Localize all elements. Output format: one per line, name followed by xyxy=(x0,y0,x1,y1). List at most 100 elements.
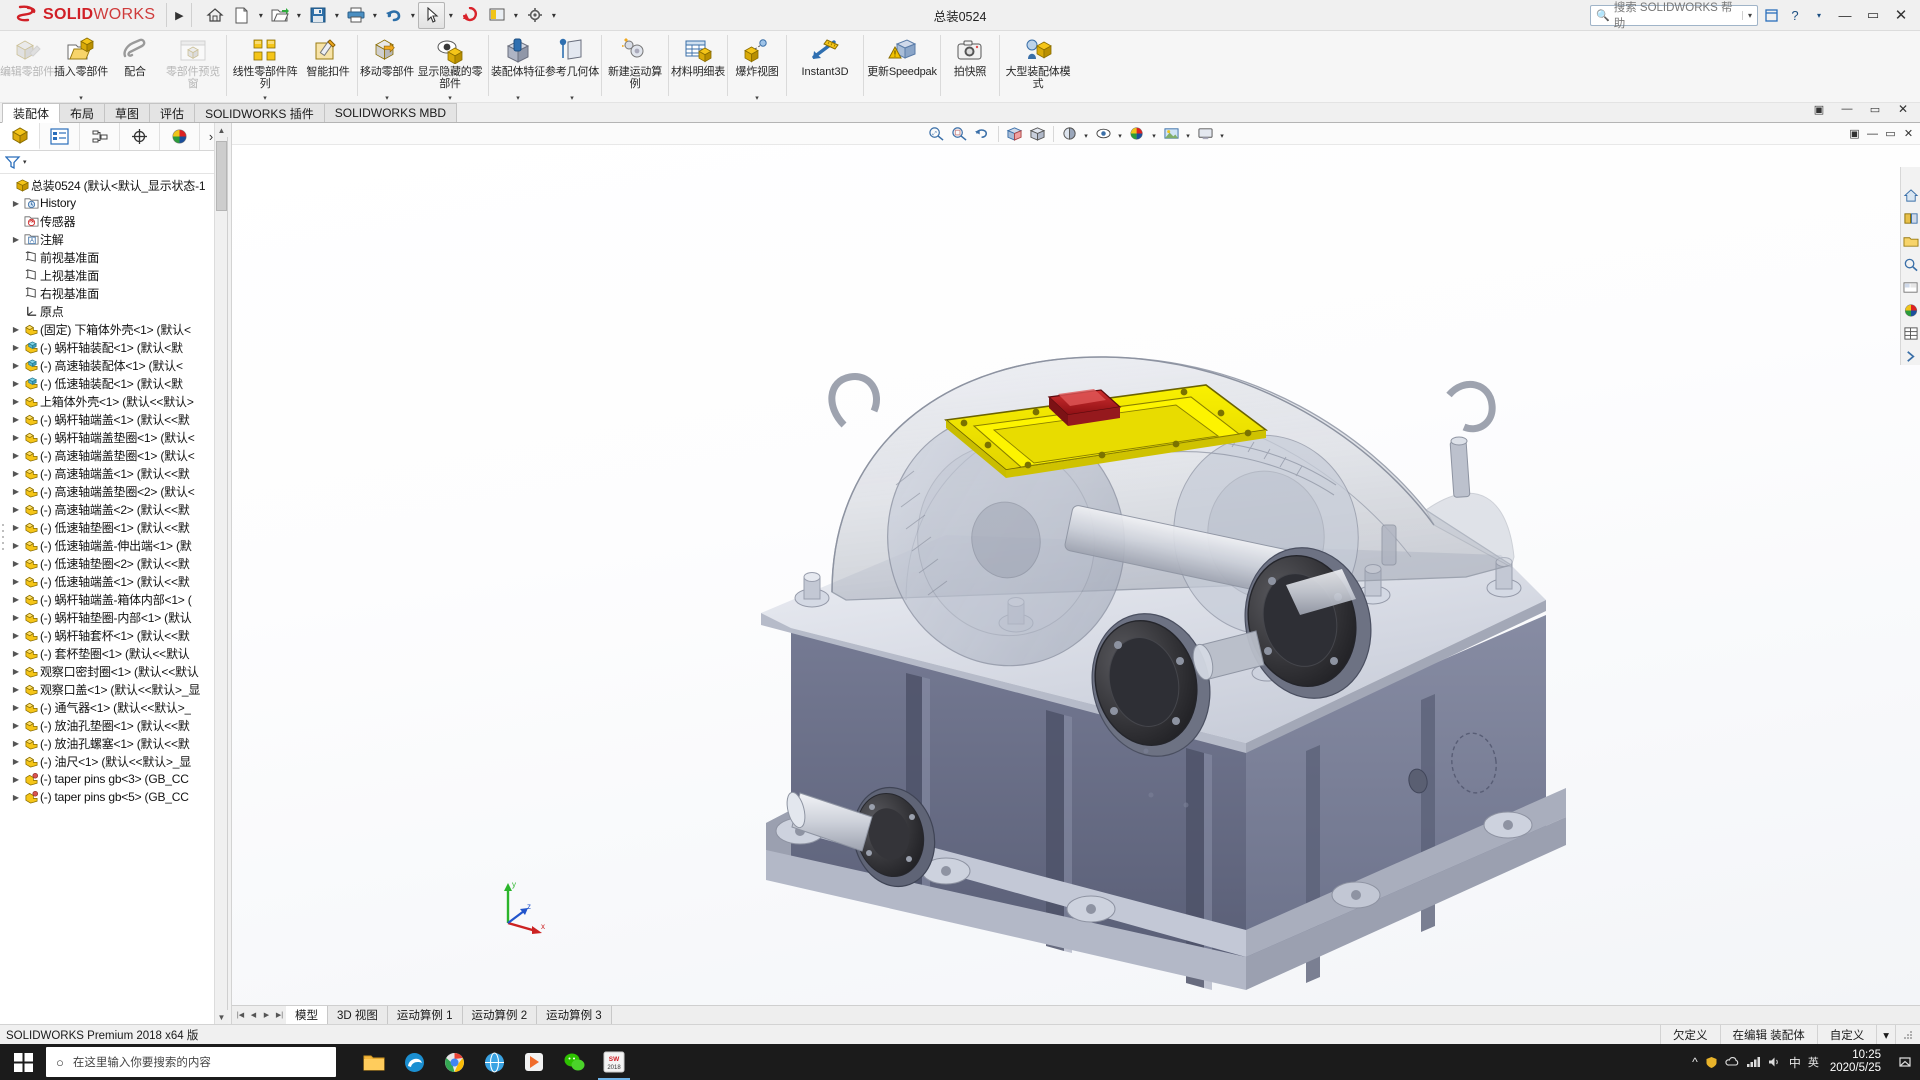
status-custom-config[interactable]: 自定义 xyxy=(1816,1025,1877,1044)
feature-tree-item[interactable]: ▶ (固定) 下箱体外壳<1> (默认< xyxy=(0,320,227,338)
tree-expand-arrow[interactable]: ▶ xyxy=(9,487,23,496)
tree-expand-arrow[interactable]: ▶ xyxy=(9,739,23,748)
gearbox-assembly-model[interactable] xyxy=(232,145,1920,1005)
ribbon-exploded-view[interactable]: 爆炸视图 ▾ xyxy=(730,31,784,102)
previous-view-icon[interactable] xyxy=(972,124,993,143)
display-manager-tab[interactable] xyxy=(160,123,200,150)
zoom-to-area-icon[interactable] xyxy=(949,124,970,143)
ribbon-linear-pattern[interactable]: 线性零部件阵列 ▾ xyxy=(229,31,301,102)
graphics-window-button-2[interactable]: ▭ xyxy=(1883,126,1898,141)
tree-expand-arrow[interactable]: ▶ xyxy=(9,613,23,622)
feature-tree-item[interactable]: 右视基准面 xyxy=(0,284,227,302)
feature-tree-item[interactable]: ▶ (-) 放油孔垫圈<1> (默认<<默 xyxy=(0,716,227,734)
appearances-icon[interactable] xyxy=(1902,302,1919,319)
new-document-caret[interactable]: ▾ xyxy=(255,2,266,29)
feature-tree-item[interactable]: ▶ (-) 蜗杆轴垫圈-内部<1> (默认 xyxy=(0,608,227,626)
display-caret[interactable]: ▾ xyxy=(510,2,521,29)
open-folder-caret[interactable]: ▾ xyxy=(293,2,304,29)
ribbon-item-caret[interactable]: ▾ xyxy=(516,94,520,102)
design-library-icon[interactable] xyxy=(1902,210,1919,227)
wechat-icon[interactable] xyxy=(554,1044,594,1080)
feature-tree-item[interactable]: ▶ (-) 高速轴端盖垫圈<1> (默认< xyxy=(0,446,227,464)
ribbon-insert-component[interactable]: 插入零部件 ▾ xyxy=(54,31,108,102)
options-gear-icon[interactable] xyxy=(521,2,548,29)
view-palette-icon[interactable] xyxy=(1902,187,1919,204)
command-tab-2[interactable]: 草图 xyxy=(104,103,151,122)
command-tab-3[interactable]: 评估 xyxy=(149,103,196,122)
feature-tree-item[interactable]: ▶ (-) 高速轴端盖<1> (默认<<默 xyxy=(0,464,227,482)
ribbon-item-caret[interactable]: ▾ xyxy=(79,94,83,102)
apply-scene-icon[interactable] xyxy=(1161,124,1182,143)
view-settings-icon[interactable] xyxy=(1195,124,1216,143)
open-folder-icon[interactable] xyxy=(266,2,293,29)
feature-tree-item[interactable]: ▶ (-) taper pins gb<5> (GB_CC xyxy=(0,788,227,806)
model-tab-3[interactable]: 运动算例 2 xyxy=(462,1006,538,1024)
zoom-to-fit-icon[interactable]: ⤢ xyxy=(926,124,947,143)
home-icon[interactable] xyxy=(201,2,228,29)
feature-tree-item[interactable]: ▶ (-) 放油孔螺塞<1> (默认<<默 xyxy=(0,734,227,752)
feature-tree-item[interactable]: ▶ 观察口盖<1> (默认<<默认>_显 xyxy=(0,680,227,698)
tree-expand-arrow[interactable]: ▶ xyxy=(9,199,23,208)
close-button[interactable]: ✕ xyxy=(1888,2,1914,28)
feature-tree-filter-bar[interactable]: ▾ xyxy=(0,151,227,174)
undo-icon[interactable] xyxy=(380,2,407,29)
doc-minimize-icon[interactable]: — xyxy=(1834,96,1860,122)
doc-restore-icon[interactable]: ▣ xyxy=(1806,96,1832,122)
graphics-window-button-0[interactable]: ▣ xyxy=(1847,126,1862,141)
ribbon-bill-of-materials[interactable]: 材料明细表 xyxy=(671,31,725,102)
file-explorer-taskbar-icon[interactable] xyxy=(354,1044,394,1080)
feature-tree-item[interactable]: ▶ (-) 高速轴装配体<1> (默认< xyxy=(0,356,227,374)
file-explorer-icon[interactable] xyxy=(1902,233,1919,250)
ribbon-item-caret[interactable]: ▾ xyxy=(570,94,574,102)
options-caret[interactable]: ▾ xyxy=(548,2,559,29)
feature-tree-item[interactable]: ▶ (-) 油尺<1> (默认<<默认>_显 xyxy=(0,752,227,770)
scroll-down-arrow[interactable]: ▼ xyxy=(215,1010,228,1024)
tree-expand-arrow[interactable]: ▶ xyxy=(9,757,23,766)
tree-expand-arrow[interactable]: ▶ xyxy=(9,595,23,604)
model-tab-nav-1[interactable]: ◀ xyxy=(247,1007,260,1024)
ribbon-reference-geometry[interactable]: 参考几何体 ▾ xyxy=(545,31,599,102)
help-search-caret[interactable]: ▾ xyxy=(1742,10,1757,20)
ribbon-show-hidden-components[interactable]: 显示隐藏的零部件 ▾ xyxy=(414,31,486,102)
ribbon-take-snapshot[interactable]: 拍快照 xyxy=(943,31,997,102)
feature-tree-item[interactable]: ▶ (-) 低速轴垫圈<2> (默认<<默 xyxy=(0,554,227,572)
doc-maximize-icon[interactable]: ▭ xyxy=(1862,96,1888,122)
minimize-button[interactable]: — xyxy=(1832,2,1858,28)
save-icon[interactable] xyxy=(304,2,331,29)
hide-show-items-icon[interactable] xyxy=(1093,124,1114,143)
feature-tree[interactable]: 总装0524 (默认<默认_显示状态-1 ▶ History 传感器 ▶ A 注解 前视基准面… xyxy=(0,174,227,1024)
feature-tree-item[interactable]: ▶ (-) 高速轴端盖<2> (默认<<默 xyxy=(0,500,227,518)
feature-tree-item[interactable]: ▶ (-) 蜗杆轴装配<1> (默认<默 xyxy=(0,338,227,356)
model-tab-1[interactable]: 3D 视图 xyxy=(328,1006,388,1024)
feature-tree-item[interactable]: ▶ (-) 蜗杆轴端盖垫圈<1> (默认< xyxy=(0,428,227,446)
property-manager-tab[interactable] xyxy=(40,123,80,150)
feature-tree-item[interactable]: ▶ (-) 套杯垫圈<1> (默认<<默认 xyxy=(0,644,227,662)
feature-tree-item[interactable]: ▶ (-) 低速轴装配<1> (默认<默 xyxy=(0,374,227,392)
qat-expand-arrow[interactable]: ▶ xyxy=(170,1,188,29)
tree-expand-arrow[interactable]: ▶ xyxy=(9,505,23,514)
tree-expand-arrow[interactable]: ▶ xyxy=(9,703,23,712)
ribbon-smart-fastener[interactable]: 智能扣件 xyxy=(301,31,355,102)
hide-show-items-caret[interactable]: ▾ xyxy=(1116,124,1125,143)
edit-appearance-icon[interactable] xyxy=(1127,124,1148,143)
ribbon-item-caret[interactable]: ▾ xyxy=(448,94,452,102)
ribbon-update-speedpak[interactable]: ! 更新Speedpak xyxy=(866,31,938,102)
ribbon-mate[interactable]: 配合 xyxy=(108,31,162,102)
tree-expand-arrow[interactable]: ▶ xyxy=(9,559,23,568)
media-app-icon[interactable] xyxy=(514,1044,554,1080)
feature-tree-item[interactable]: ▶ (-) 低速轴端盖-伸出端<1> (默 xyxy=(0,536,227,554)
ribbon-item-caret[interactable]: ▾ xyxy=(263,94,267,102)
feature-tree-tab[interactable] xyxy=(0,123,40,150)
undo-caret[interactable]: ▾ xyxy=(407,2,418,29)
graphics-viewport[interactable]: y x z xyxy=(232,145,1920,1005)
tree-expand-arrow[interactable]: ▶ xyxy=(9,523,23,532)
edit-appearance-caret[interactable]: ▾ xyxy=(1150,124,1159,143)
tree-expand-arrow[interactable]: ▶ xyxy=(9,775,23,784)
print-caret[interactable]: ▾ xyxy=(369,2,380,29)
feature-tree-item[interactable]: 原点 xyxy=(0,302,227,320)
display-style-icon[interactable] xyxy=(1059,124,1080,143)
model-tab-2[interactable]: 运动算例 1 xyxy=(387,1006,463,1024)
dock-expand-icon[interactable] xyxy=(1902,348,1919,365)
model-tab-0[interactable]: 模型 xyxy=(286,1006,328,1024)
tray-ime-icon[interactable]: 中 xyxy=(1789,1054,1801,1071)
